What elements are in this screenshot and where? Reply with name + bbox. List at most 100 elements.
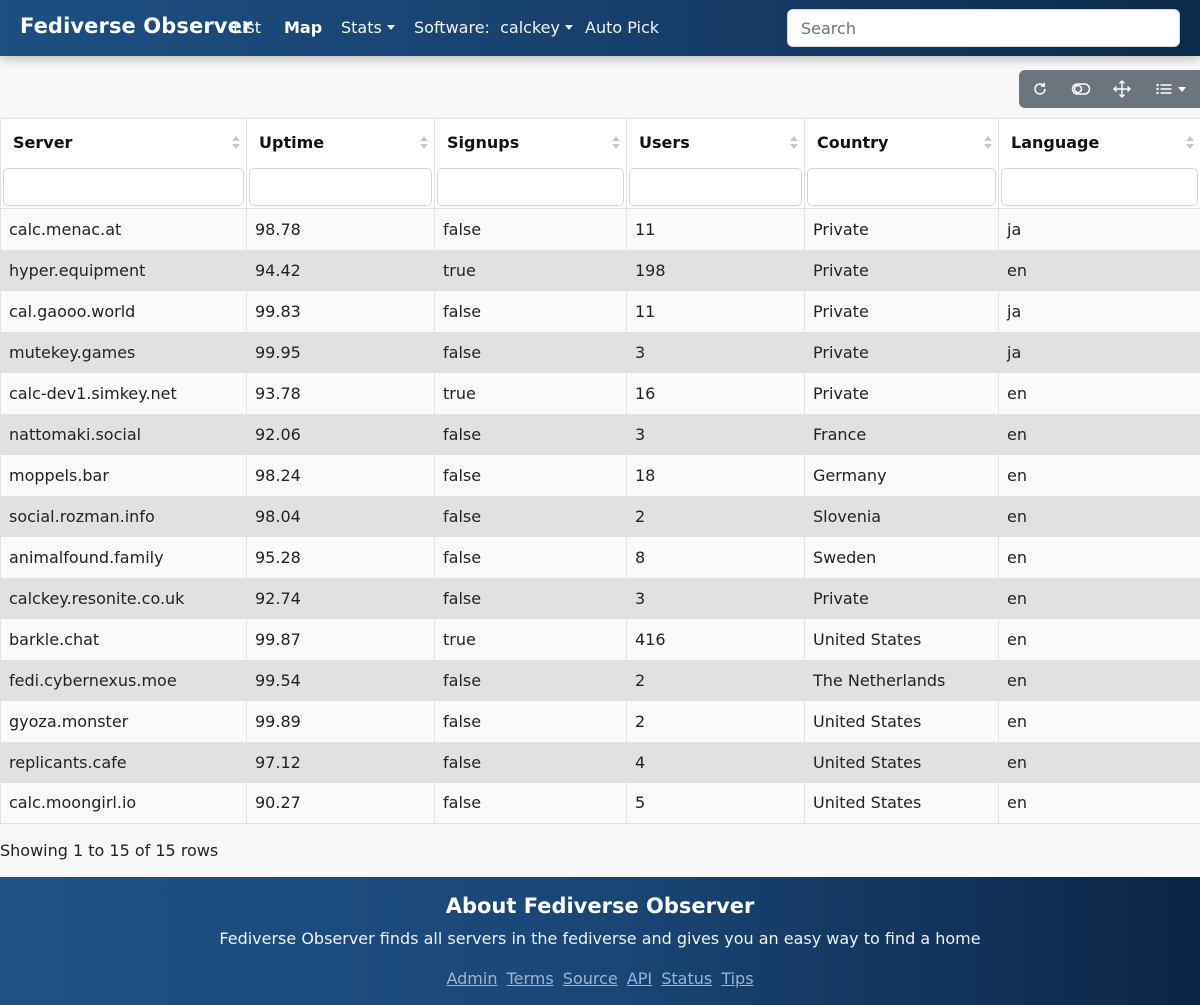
cell-language: ja	[998, 208, 1200, 250]
footer: About Fediverse Observer Fediverse Obser…	[0, 877, 1200, 1005]
filter-uptime-input[interactable]	[249, 167, 432, 206]
table-row[interactable]: calc.moongirl.io 90.27 false 5 United States…	[0, 782, 1200, 824]
cell-server[interactable]: animalfound.family	[0, 536, 247, 578]
cell-server[interactable]: barkle.chat	[0, 618, 247, 660]
footer-link-admin[interactable]: Admin	[446, 969, 497, 988]
caret-down-icon	[564, 25, 573, 30]
cell-uptime: 99.95	[246, 331, 435, 373]
column-header-label: Signups	[447, 133, 520, 153]
cell-server[interactable]: calckey.resonite.co.uk	[0, 577, 247, 619]
filter-server-input[interactable]	[3, 167, 244, 206]
cell-signups: false	[434, 741, 627, 783]
footer-link-api[interactable]: API	[627, 969, 652, 988]
nav-stats-label: Stats	[341, 18, 382, 37]
nav-auto-pick[interactable]: Auto Pick	[585, 18, 659, 37]
columns-dropdown-button[interactable]	[1142, 70, 1200, 108]
cell-country: United States	[804, 741, 999, 783]
cell-server[interactable]: nattomaki.social	[0, 413, 247, 455]
table-row[interactable]: social.rozman.info 98.04 false 2 Slovenia en	[0, 495, 1200, 537]
column-header-server[interactable]: Server	[0, 118, 247, 167]
cell-server[interactable]: calc-dev1.simkey.net	[0, 372, 247, 414]
sort-icon	[232, 136, 240, 152]
cell-server[interactable]: fedi.cybernexus.moe	[0, 659, 247, 701]
cell-users: 4	[626, 741, 805, 783]
cell-country: France	[804, 413, 999, 455]
brand-logo[interactable]: Fediverse Observer	[20, 14, 252, 38]
nav-list[interactable]: List	[233, 18, 261, 37]
table-row[interactable]: nattomaki.social 92.06 false 3 France en	[0, 413, 1200, 455]
table-row[interactable]: hyper.equipment 94.42 true 198 Private en	[0, 249, 1200, 291]
footer-link-status[interactable]: Status	[661, 969, 712, 988]
cell-server[interactable]: gyoza.monster	[0, 700, 247, 742]
cell-users: 16	[626, 372, 805, 414]
filter-country-input[interactable]	[807, 167, 996, 206]
column-header-language[interactable]: Language	[998, 118, 1200, 167]
cell-server[interactable]: mutekey.games	[0, 331, 247, 373]
column-header-country[interactable]: Country	[804, 118, 999, 167]
cell-language: en	[998, 536, 1200, 578]
filter-users-input[interactable]	[629, 167, 802, 206]
filter-signups-input[interactable]	[437, 167, 624, 206]
nav-map[interactable]: Map	[284, 18, 322, 37]
cell-users: 8	[626, 536, 805, 578]
footer-link-tips[interactable]: Tips	[721, 969, 753, 988]
cell-users: 18	[626, 454, 805, 496]
nav-auto-pick-label: Auto Pick	[585, 18, 660, 37]
cell-language: en	[998, 618, 1200, 660]
table-row[interactable]: calc-dev1.simkey.net 93.78 true 16 Private en	[0, 372, 1200, 414]
filter-language-input[interactable]	[1001, 167, 1198, 206]
cell-language: en	[998, 659, 1200, 701]
nav-software-dropdown[interactable]: Software: calckey	[414, 18, 573, 37]
cell-server[interactable]: calc.moongirl.io	[0, 782, 247, 824]
footer-link-terms[interactable]: Terms	[507, 969, 554, 988]
cell-country: United States	[804, 782, 999, 824]
column-header-users[interactable]: Users	[626, 118, 805, 167]
filter-cell	[434, 166, 627, 209]
cell-signups: false	[434, 536, 627, 578]
table-row[interactable]: animalfound.family 95.28 false 8 Sweden en	[0, 536, 1200, 578]
cell-users: 3	[626, 413, 805, 455]
cell-signups: false	[434, 577, 627, 619]
cell-language: en	[998, 741, 1200, 783]
cell-server[interactable]: social.rozman.info	[0, 495, 247, 537]
cell-server[interactable]: cal.gaooo.world	[0, 290, 247, 332]
cell-users: 11	[626, 208, 805, 250]
table-row[interactable]: replicants.cafe 97.12 false 4 United States e…	[0, 741, 1200, 783]
cell-country: United States	[804, 700, 999, 742]
table-row[interactable]: calckey.resonite.co.uk 92.74 false 3 Private…	[0, 577, 1200, 619]
table-row[interactable]: barkle.chat 99.87 true 416 United States en	[0, 618, 1200, 660]
search-input[interactable]	[787, 9, 1180, 47]
cell-signups: false	[434, 495, 627, 537]
cell-uptime: 93.78	[246, 372, 435, 414]
cell-server[interactable]: moppels.bar	[0, 454, 247, 496]
toggle-view-button[interactable]	[1060, 70, 1101, 108]
table-row[interactable]: calc.menac.at 98.78 false 11 Private ja	[0, 208, 1200, 250]
cell-language: en	[998, 372, 1200, 414]
table-row[interactable]: gyoza.monster 99.89 false 2 United States en	[0, 700, 1200, 742]
cell-users: 2	[626, 659, 805, 701]
nav-list-label: List	[233, 18, 261, 37]
fullscreen-button[interactable]	[1101, 70, 1142, 108]
footer-links: Admin Terms Source API Status Tips	[0, 969, 1200, 988]
cell-server[interactable]: hyper.equipment	[0, 249, 247, 291]
footer-tagline: Fediverse Observer finds all servers in …	[219, 929, 981, 948]
table-row[interactable]: mutekey.games 99.95 false 3 Private ja	[0, 331, 1200, 373]
cell-users: 2	[626, 700, 805, 742]
nav-stats-dropdown[interactable]: Stats	[341, 18, 395, 37]
cell-language: ja	[998, 290, 1200, 332]
column-header-signups[interactable]: Signups	[434, 118, 627, 167]
table-row[interactable]: cal.gaooo.world 99.83 false 11 Private ja	[0, 290, 1200, 332]
cell-country: Sweden	[804, 536, 999, 578]
column-header-uptime[interactable]: Uptime	[246, 118, 435, 167]
table-row[interactable]: moppels.bar 98.24 false 18 Germany en	[0, 454, 1200, 496]
cell-server[interactable]: replicants.cafe	[0, 741, 247, 783]
cell-country: Private	[804, 331, 999, 373]
servers-table-container: Server Uptime Signups Users Country Lang…	[0, 118, 1200, 824]
cell-signups: false	[434, 454, 627, 496]
cell-users: 416	[626, 618, 805, 660]
refresh-button[interactable]	[1019, 70, 1060, 108]
cell-server[interactable]: calc.menac.at	[0, 208, 247, 250]
footer-link-source[interactable]: Source	[563, 969, 618, 988]
table-row[interactable]: fedi.cybernexus.moe 99.54 false 2 The Nether…	[0, 659, 1200, 701]
column-header-label: Users	[639, 133, 690, 153]
